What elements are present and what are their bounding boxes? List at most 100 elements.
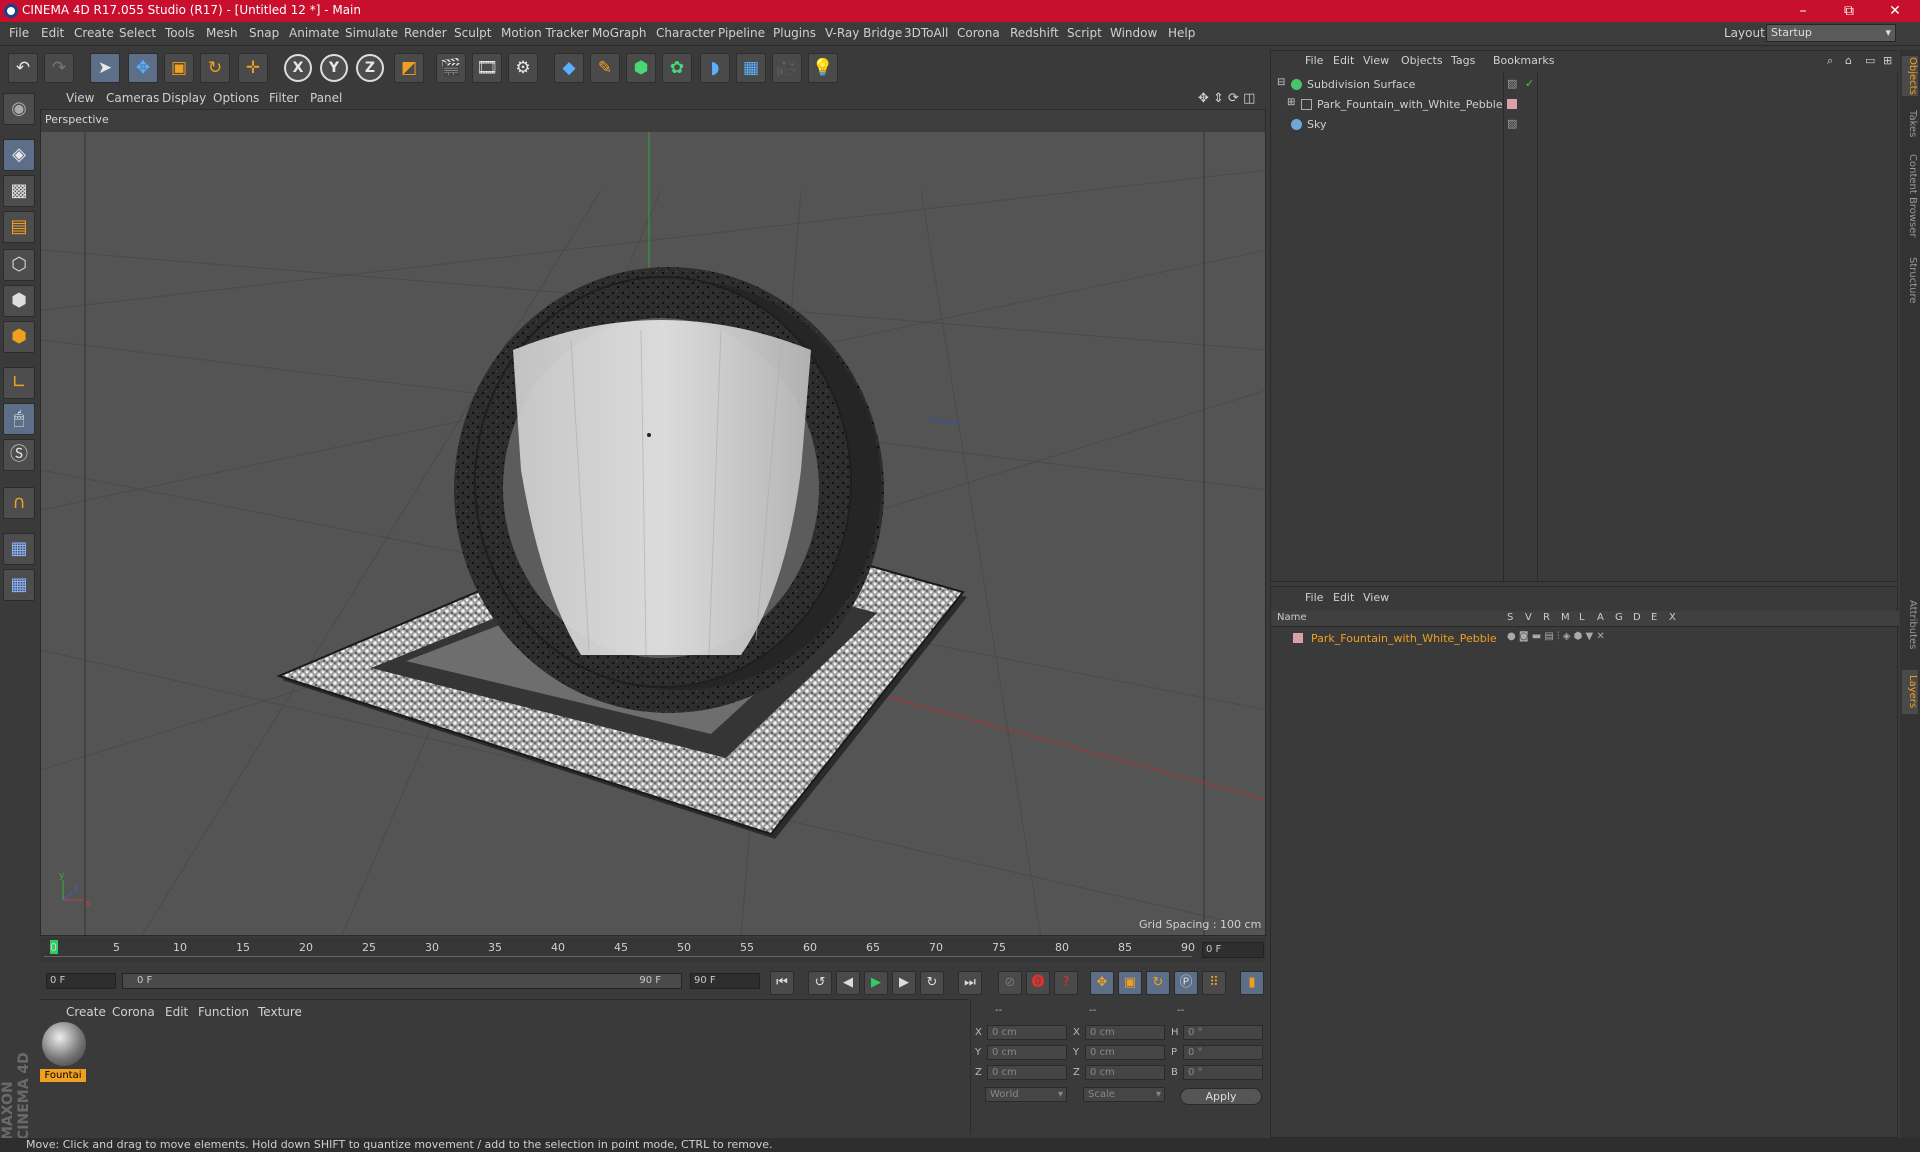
render-picture-viewer-button[interactable]: 🎞	[472, 53, 502, 83]
material-swatch[interactable]	[42, 1022, 86, 1066]
rotation-b-field[interactable]: 0 °	[1183, 1065, 1263, 1080]
start-frame-field[interactable]: 0 F	[46, 973, 116, 989]
tab-takes[interactable]: Takes	[1902, 106, 1918, 142]
tab-layers[interactable]: Layers	[1902, 670, 1918, 714]
maximize-button[interactable]: ⧉	[1826, 0, 1872, 22]
menu-sculpt[interactable]: Sculpt	[454, 26, 491, 40]
viewport-menu-filter[interactable]: Filter	[269, 91, 299, 105]
expand-icon[interactable]: ⊞	[1883, 54, 1892, 67]
menu-select[interactable]: Select	[119, 26, 156, 40]
tab-objects[interactable]: Objects	[1902, 56, 1918, 96]
size-x-field[interactable]: 0 cm	[1085, 1025, 1165, 1040]
tweak-mode-button[interactable]: 🖱	[3, 403, 35, 435]
texture-mode-button[interactable]: ▩	[3, 175, 35, 207]
workplane-mode-button[interactable]: ▤	[3, 211, 35, 243]
editor-visibility-icon[interactable]: ▨	[1507, 77, 1517, 90]
menu-script[interactable]: Script	[1067, 26, 1102, 40]
snap-button[interactable]: Ⓢ	[3, 439, 35, 471]
object-menu-view[interactable]: View	[1363, 54, 1389, 67]
menu-vray-bridge[interactable]: V-Ray Bridge	[825, 26, 902, 40]
add-spline-button[interactable]: ✎	[590, 53, 620, 83]
model-mode-button[interactable]: ◈	[3, 139, 35, 171]
key-rotation-button[interactable]: ↻	[1146, 971, 1170, 995]
coordinate-mode-dropdown[interactable]: World ▾	[985, 1087, 1067, 1102]
next-frame-button[interactable]: ▶	[892, 971, 916, 995]
layer-menu-view[interactable]: View	[1363, 591, 1389, 604]
planar-workplane-button[interactable]: ▦	[3, 569, 35, 601]
material-menu-function[interactable]: Function	[198, 1005, 249, 1019]
z-axis-lock-button[interactable]: Z	[356, 54, 384, 82]
position-x-field[interactable]: 0 cm	[987, 1025, 1067, 1040]
home-icon[interactable]: ⌂	[1845, 54, 1852, 67]
key-position-button[interactable]: ✥	[1090, 971, 1114, 995]
size-mode-dropdown[interactable]: Scale ▾	[1083, 1087, 1165, 1102]
expand-icon[interactable]: ⊞	[1287, 97, 1295, 108]
object-menu-objects[interactable]: Objects	[1401, 54, 1443, 67]
render-view-button[interactable]: 🎬	[436, 53, 466, 83]
menu-pipeline[interactable]: Pipeline	[718, 26, 765, 40]
end-frame-field[interactable]: 90 F	[690, 973, 760, 989]
undo-button[interactable]: ↶	[8, 53, 38, 83]
move-tool-button[interactable]: ✥	[128, 53, 158, 83]
menu-tools[interactable]: Tools	[165, 26, 195, 40]
object-row[interactable]: ⊞ Park_Fountain_with_White_Pebble	[1271, 95, 1899, 115]
points-mode-button[interactable]: ⬡	[3, 249, 35, 281]
object-menu-bookmarks[interactable]: Bookmarks	[1493, 54, 1554, 67]
menu-animate[interactable]: Animate	[289, 26, 339, 40]
frame-range-slider[interactable]: 0 F 90 F	[122, 973, 682, 989]
next-key-button[interactable]: ↻	[920, 971, 944, 995]
search-icon[interactable]: ⌕	[1827, 54, 1833, 68]
tab-content-browser[interactable]: Content Browser	[1902, 148, 1918, 244]
x-axis-lock-button[interactable]: X	[284, 54, 312, 82]
rotation-h-field[interactable]: 0 °	[1183, 1025, 1263, 1040]
menu-simulate[interactable]: Simulate	[345, 26, 398, 40]
viewport-menu-cameras[interactable]: Cameras	[106, 91, 159, 105]
redo-button[interactable]: ↷	[44, 53, 74, 83]
y-axis-lock-button[interactable]: Y	[320, 54, 348, 82]
add-cube-button[interactable]: ◆	[554, 53, 584, 83]
make-editable-button[interactable]: ◉	[3, 93, 35, 125]
add-camera-button[interactable]: 🎥	[772, 53, 802, 83]
menu-corona[interactable]: Corona	[957, 26, 1000, 40]
viewport-navigation-icons[interactable]: ✥ ⇕ ⟳ ◫	[1198, 91, 1255, 106]
add-floor-button[interactable]: ▦	[736, 53, 766, 83]
current-frame-field[interactable]: 0 F	[1202, 942, 1264, 958]
add-mograph-button[interactable]: ✿	[662, 53, 692, 83]
minimize-button[interactable]: –	[1780, 0, 1826, 22]
object-menu-edit[interactable]: Edit	[1333, 54, 1354, 67]
close-button[interactable]: ✕	[1872, 0, 1918, 22]
edges-mode-button[interactable]: ⬢	[3, 285, 35, 317]
object-menu-tags[interactable]: Tags	[1451, 54, 1475, 67]
key-pla-button[interactable]: ⠿	[1202, 971, 1226, 995]
3d-viewport[interactable]: y x z Perspective Grid Spacing : 100 cm	[40, 109, 1266, 936]
object-row[interactable]: Sky ▨	[1271, 115, 1899, 135]
menu-plugins[interactable]: Plugins	[773, 26, 816, 40]
menu-file[interactable]: File	[9, 26, 29, 40]
menu-mesh[interactable]: Mesh	[206, 26, 238, 40]
menu-create[interactable]: Create	[74, 26, 114, 40]
menu-snap[interactable]: Snap	[249, 26, 279, 40]
menu-3dtoall[interactable]: 3DToAll	[904, 26, 948, 40]
viewport-menu-panel[interactable]: Panel	[310, 91, 342, 105]
key-scale-button[interactable]: ▣	[1118, 971, 1142, 995]
coordinate-system-button[interactable]: ◩	[394, 53, 424, 83]
go-to-start-button[interactable]: ⏮	[770, 971, 794, 995]
size-z-field[interactable]: 0 cm	[1085, 1065, 1165, 1080]
object-menu-file[interactable]: File	[1305, 54, 1323, 67]
layout-dropdown[interactable]: Startup ▾	[1766, 24, 1896, 42]
new-view-icon[interactable]: ▭	[1865, 54, 1875, 67]
size-y-field[interactable]: 0 cm	[1085, 1045, 1165, 1060]
material-menu-corona[interactable]: Corona	[112, 1005, 155, 1019]
position-z-field[interactable]: 0 cm	[987, 1065, 1067, 1080]
menu-redshift[interactable]: Redshift	[1010, 26, 1059, 40]
auto-keying-button[interactable]: ⓿	[1026, 971, 1050, 995]
axis-mode-button[interactable]: ∟	[3, 367, 35, 399]
viewport-menu-display[interactable]: Display	[162, 91, 206, 105]
material-name-label[interactable]: Fountai	[40, 1069, 86, 1082]
position-y-field[interactable]: 0 cm	[987, 1045, 1067, 1060]
polygons-mode-button[interactable]: ⬢	[3, 321, 35, 353]
menu-help[interactable]: Help	[1168, 26, 1195, 40]
tab-attributes[interactable]: Attributes	[1902, 590, 1918, 660]
menu-motion-tracker[interactable]: Motion Tracker	[501, 26, 589, 40]
live-selection-button[interactable]: ➤	[90, 53, 120, 83]
